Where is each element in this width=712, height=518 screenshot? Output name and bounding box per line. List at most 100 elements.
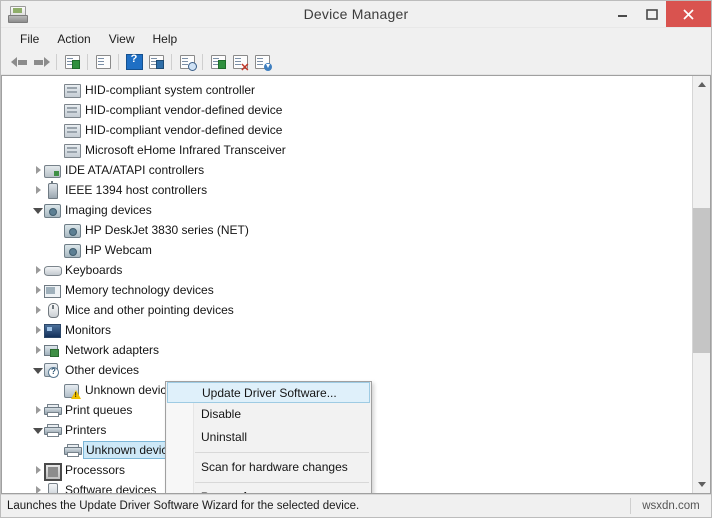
tree-row[interactable]: IDE ATA/ATAPI controllers (2, 160, 692, 180)
chevron-right-icon[interactable] (32, 160, 44, 180)
tree-row[interactable]: HID-compliant vendor-defined device (2, 120, 692, 140)
software-device-icon (44, 482, 61, 493)
tree-row[interactable]: IEEE 1394 host controllers (2, 180, 692, 200)
scrollbar-track[interactable] (693, 93, 710, 476)
help-icon[interactable] (123, 52, 145, 72)
toolbar-separator (171, 53, 172, 70)
chevron-right-icon[interactable] (32, 320, 44, 340)
chevron-right-icon[interactable] (32, 280, 44, 300)
show-hidden-devices-icon[interactable] (61, 52, 83, 72)
toolbar-separator (118, 53, 119, 70)
status-message: Launches the Update Driver Software Wiza… (7, 500, 360, 512)
tree-row-label: HP Webcam (85, 243, 152, 257)
tree-row[interactable]: Keyboards (2, 260, 692, 280)
imaging-device-icon (64, 242, 81, 258)
tree-row[interactable]: HP DeskJet 3830 series (NET) (2, 220, 692, 240)
tree-row[interactable]: HID-compliant vendor-defined device (2, 100, 692, 120)
tree-row[interactable]: Monitors (2, 320, 692, 340)
tree-row[interactable]: Memory technology devices (2, 280, 692, 300)
uninstall-device-icon[interactable]: ✕ (229, 52, 251, 73)
content-area: HID-compliant system controller HID-compl… (1, 75, 711, 494)
scroll-up-button[interactable] (693, 76, 710, 93)
processor-icon (44, 462, 62, 481)
context-menu-item[interactable]: Disable (166, 403, 371, 426)
menu-view[interactable]: View (100, 30, 144, 48)
memory-device-icon (44, 282, 61, 298)
toolbar-separator (202, 53, 203, 70)
hid-device-icon (64, 122, 81, 138)
tree-row-label: IEEE 1394 host controllers (65, 183, 208, 197)
tree-row-label: HID-compliant system controller (85, 83, 256, 97)
printer-icon (64, 442, 82, 458)
ieee1394-icon (44, 181, 61, 199)
chevron-down-icon[interactable] (32, 360, 44, 380)
tree-row[interactable]: HID-compliant system controller (2, 80, 692, 100)
chevron-right-icon[interactable] (32, 400, 44, 420)
back-arrow-icon[interactable] (8, 52, 30, 72)
chevron-right-icon[interactable] (32, 340, 44, 360)
menu-file[interactable]: File (11, 30, 48, 48)
menu-help[interactable]: Help (144, 30, 187, 48)
toolbar-separator (56, 53, 57, 70)
tree-row-label: Imaging devices (65, 203, 152, 217)
tree-row-label: Other devices (65, 363, 140, 377)
context-menu-item[interactable]: Properties (166, 486, 371, 493)
tree-row[interactable]: HP Webcam (2, 240, 692, 260)
imaging-device-icon (44, 202, 61, 218)
context-menu-item[interactable]: Update Driver Software... (167, 382, 370, 403)
tree-row-label: HP DeskJet 3830 series (NET) (85, 223, 249, 237)
forward-arrow-icon[interactable] (30, 52, 52, 72)
scrollbar-thumb[interactable] (693, 207, 710, 354)
tree-row[interactable]: Imaging devices (2, 200, 692, 220)
tree-row[interactable]: Microsoft eHome Infrared Transceiver (2, 140, 692, 160)
tree-row-label: Printers (65, 423, 107, 437)
chevron-right-icon[interactable] (32, 260, 44, 280)
tree-row-label: Network adapters (65, 343, 160, 357)
chevron-right-icon[interactable] (32, 180, 44, 200)
update-driver-icon[interactable] (207, 52, 229, 72)
network-adapter-icon (44, 342, 61, 358)
chevron-down-icon[interactable] (32, 200, 44, 220)
menu-action[interactable]: Action (48, 30, 99, 48)
menu-bar: File Action View Help (1, 28, 711, 49)
tree-row[interactable]: ? Other devices (2, 360, 692, 380)
hid-device-icon (64, 142, 81, 158)
chevron-right-icon[interactable] (32, 480, 44, 493)
device-manager-window: Device Manager File Action View Help ? ✕… (0, 0, 712, 518)
context-menu[interactable]: Update Driver Software... Disable Uninstal… (165, 381, 372, 493)
window-title: Device Manager (303, 6, 409, 22)
tree-row-label: HID-compliant vendor-defined device (85, 123, 283, 137)
tree-row[interactable]: Mice and other pointing devices (2, 300, 692, 320)
tree-row-label: Processors (65, 463, 126, 477)
scroll-down-button[interactable] (693, 476, 710, 493)
tree-row-label: Print queues (65, 403, 133, 417)
properties-icon[interactable] (92, 52, 114, 72)
chevron-down-icon[interactable] (32, 420, 44, 440)
mouse-icon (44, 302, 61, 318)
ide-controller-icon (44, 162, 61, 178)
tree-row[interactable]: Network adapters (2, 340, 692, 360)
tree-row-label: HID-compliant vendor-defined device (85, 103, 283, 117)
disable-device-icon[interactable] (251, 52, 273, 72)
details-icon[interactable] (145, 52, 167, 72)
tree-row-label: Memory technology devices (65, 283, 214, 297)
imaging-device-icon (64, 222, 81, 238)
context-menu-separator (195, 482, 369, 483)
tree-row-label: Mice and other pointing devices (65, 303, 234, 317)
chevron-right-icon[interactable] (32, 460, 44, 480)
context-menu-item[interactable]: Scan for hardware changes (166, 456, 371, 479)
monitor-icon (44, 322, 61, 338)
vertical-scrollbar[interactable] (692, 76, 710, 493)
context-menu-item[interactable]: Uninstall (166, 426, 371, 449)
tree-row-label: Monitors (65, 323, 112, 337)
title-bar: Device Manager (1, 1, 711, 28)
chevron-right-icon[interactable] (32, 300, 44, 320)
status-bar: Launches the Update Driver Software Wiza… (1, 494, 711, 517)
scan-for-hardware-changes-icon[interactable] (176, 52, 198, 72)
